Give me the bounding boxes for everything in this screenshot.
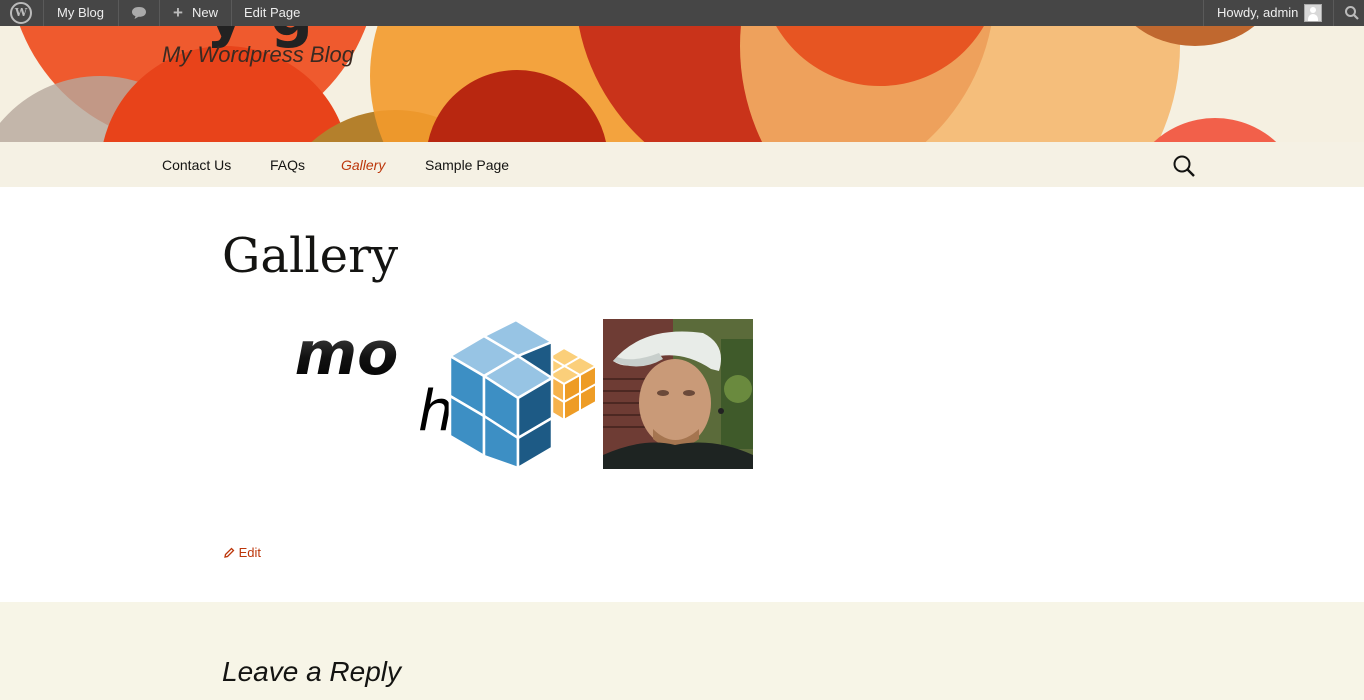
- portrait-photo-icon: [603, 319, 753, 469]
- nav-item-faqs[interactable]: FAQs: [270, 157, 305, 173]
- comment-bubble-icon[interactable]: [131, 6, 147, 20]
- admin-bar: My Blog + New Edit Page Howdy, admin: [0, 0, 1364, 26]
- comments-area: Leave a Reply: [0, 602, 1364, 700]
- site-header: y g My Wordpress Blog: [0, 26, 1364, 142]
- reply-title: Leave a Reply: [222, 656, 402, 687]
- separator: [231, 0, 232, 26]
- edit-label: Edit: [238, 545, 262, 560]
- page-title: Gallery: [222, 228, 399, 284]
- gallery-image-portrait[interactable]: [603, 319, 753, 469]
- search-icon[interactable]: [1172, 154, 1196, 178]
- main-navigation: Contact Us FAQs Gallery Sample Page: [0, 142, 1364, 187]
- separator: [43, 0, 44, 26]
- site-description: My Wordpress Blog: [162, 42, 354, 67]
- pencil-icon: [224, 547, 235, 558]
- edit-page-link[interactable]: Edit Page: [244, 0, 300, 26]
- separator: [118, 0, 119, 26]
- cube-logo-icon: imo h: [296, 318, 598, 470]
- my-blog-link[interactable]: My Blog: [57, 0, 104, 26]
- plus-icon[interactable]: +: [173, 0, 183, 26]
- edit-link[interactable]: Edit: [224, 545, 261, 560]
- avatar-icon[interactable]: [1304, 4, 1322, 22]
- separator: [159, 0, 160, 26]
- new-content-link[interactable]: New: [192, 0, 218, 26]
- nav-item-sample-page[interactable]: Sample Page: [425, 157, 509, 173]
- admin-search-icon[interactable]: [1344, 5, 1360, 21]
- separator: [1333, 0, 1334, 26]
- separator: [1203, 0, 1204, 26]
- nav-item-gallery[interactable]: Gallery: [341, 157, 385, 173]
- logo-text-2: h: [418, 379, 454, 444]
- howdy-account-link[interactable]: Howdy, admin: [1217, 0, 1298, 26]
- gallery-image-logo[interactable]: imo h: [296, 318, 598, 470]
- wordpress-logo-icon[interactable]: [10, 2, 32, 24]
- logo-text-1: imo: [296, 319, 398, 389]
- nav-item-contact-us[interactable]: Contact Us: [162, 157, 231, 173]
